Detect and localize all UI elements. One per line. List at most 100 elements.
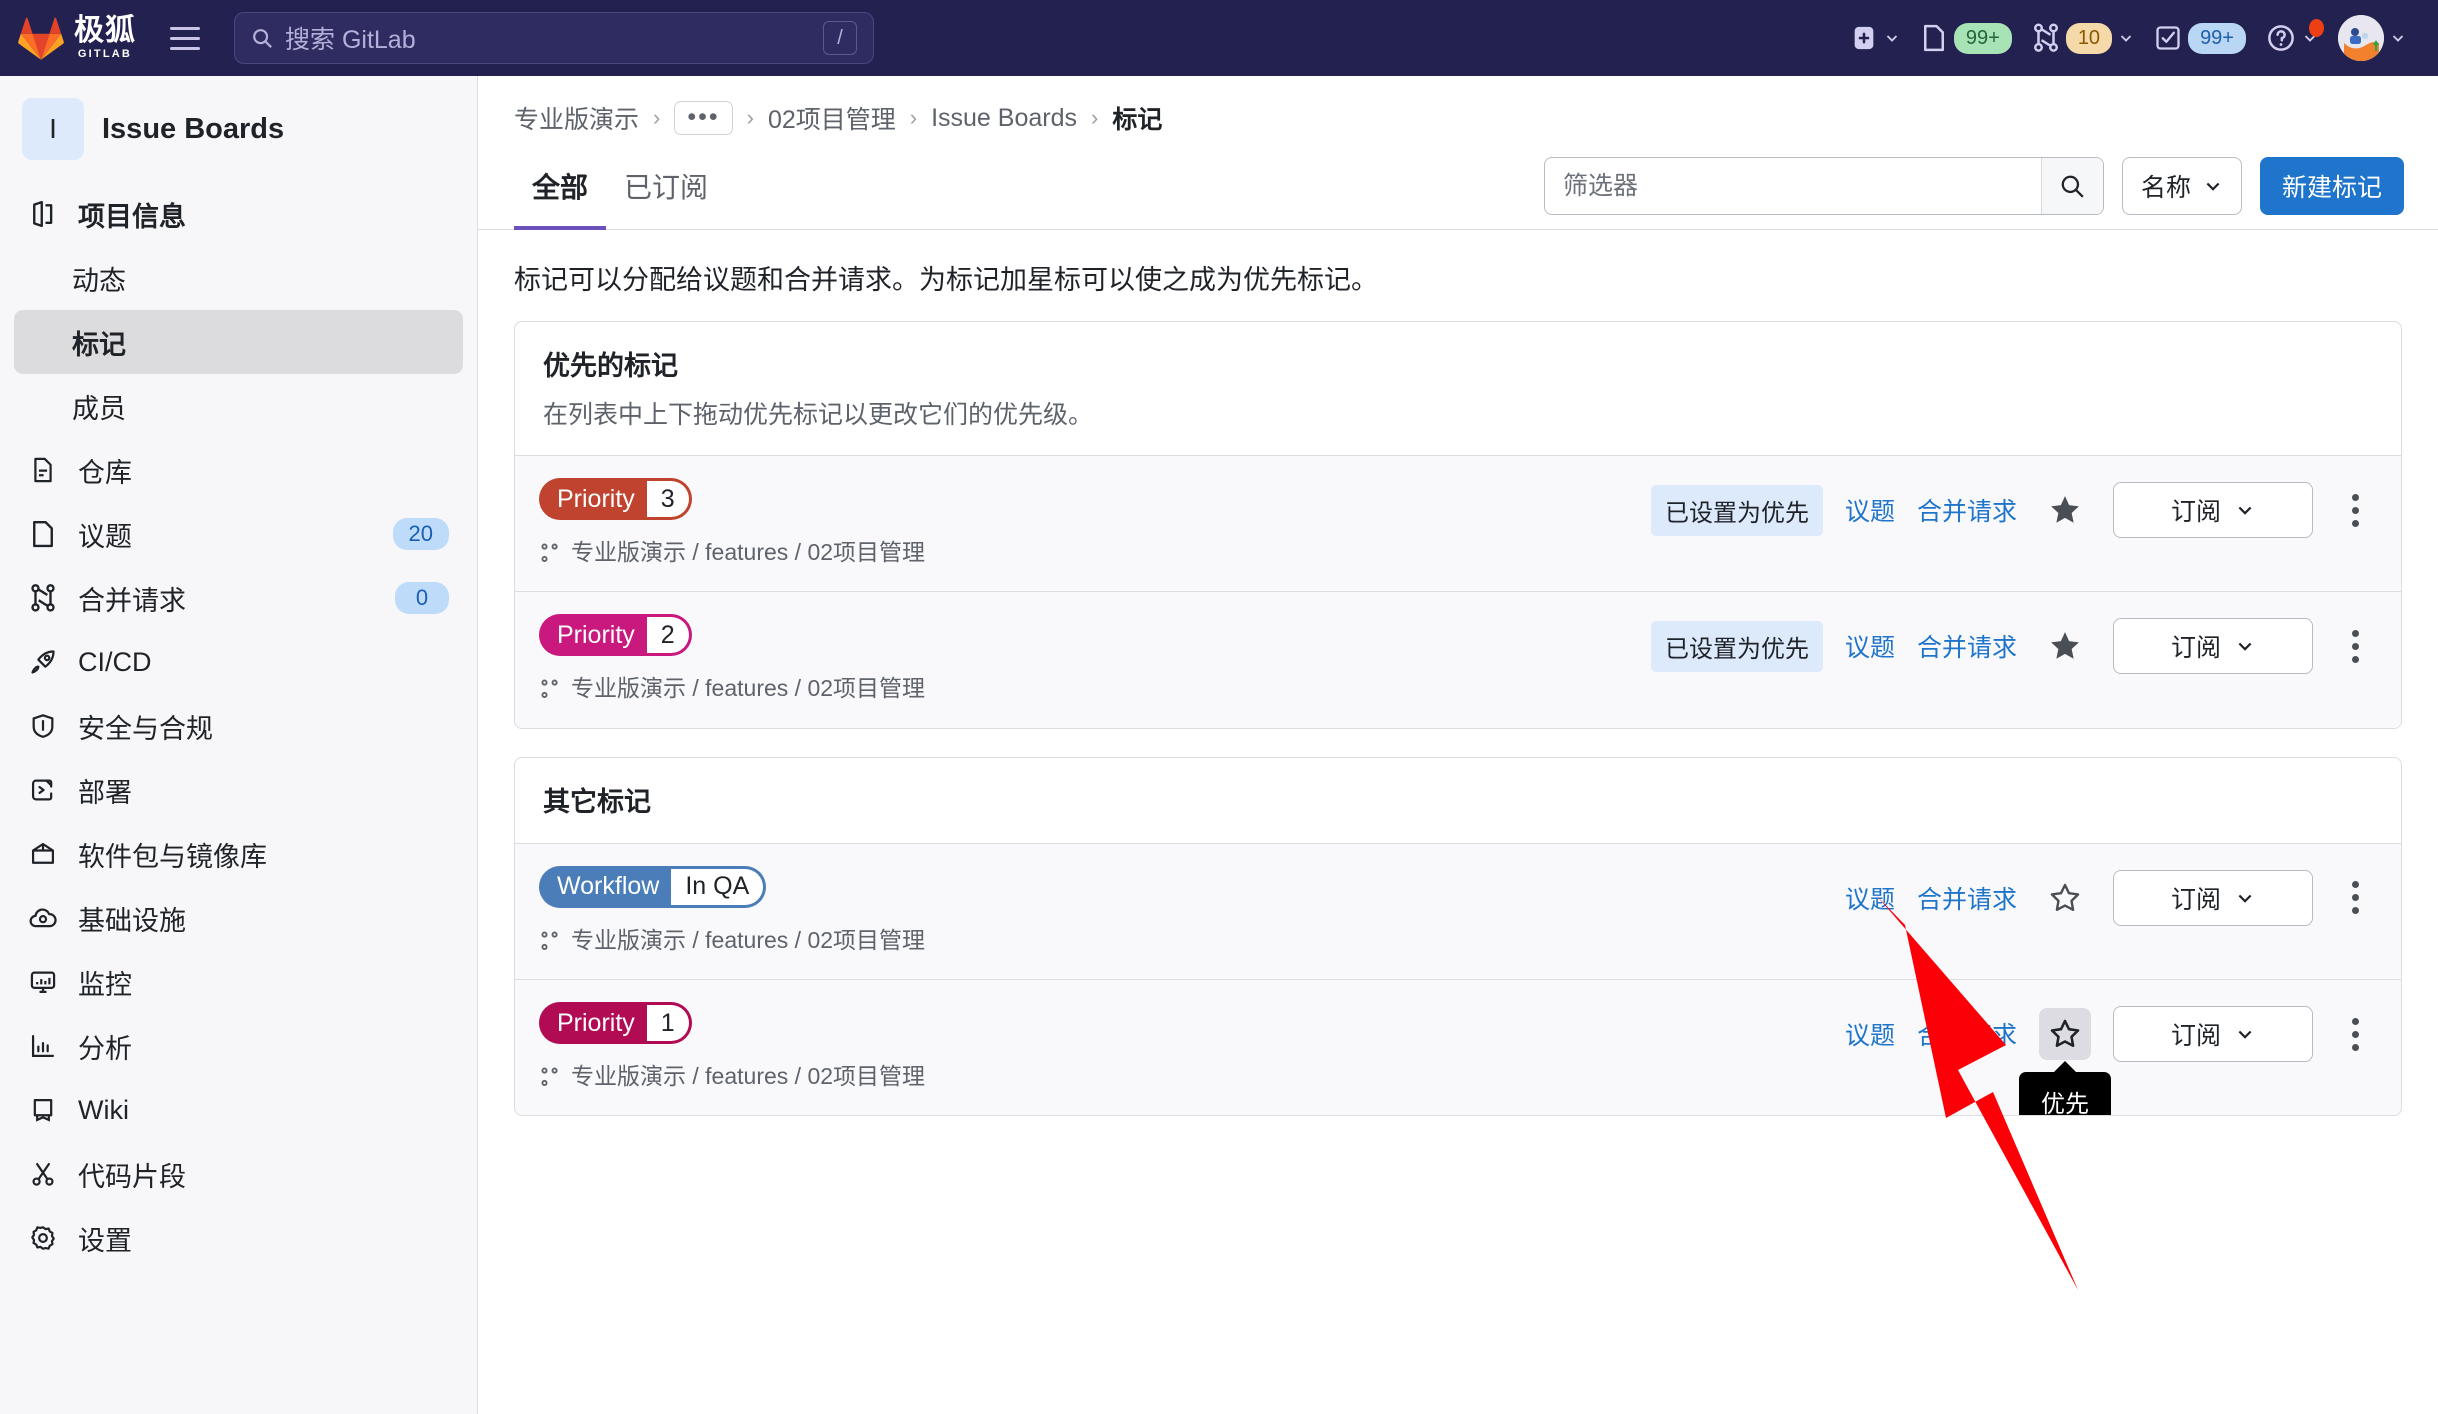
issues-link[interactable]: 议题 [1845, 492, 1895, 528]
prioritize-star-button[interactable] [2039, 484, 2091, 536]
tab-subscribed[interactable]: 已订阅 [606, 156, 726, 230]
table-row[interactable]: Priority 1 专业版演示 / features / 02项目管理 议题 [515, 979, 2401, 1116]
other-labels-card: 其它标记 Workflow In QA 专业版演示 / features / 0… [514, 756, 2402, 1117]
filter-box[interactable] [1543, 157, 2104, 215]
label-more-actions-button[interactable] [2335, 624, 2375, 669]
breadcrumb-item-2[interactable]: 02项目管理 [768, 100, 896, 136]
help-menu[interactable] [2258, 17, 2326, 59]
chevron-down-icon [2238, 643, 2252, 652]
global-search-box[interactable]: 搜索 GitLab / [234, 12, 874, 64]
label-badge[interactable]: Priority 3 [539, 478, 692, 520]
subscribe-dropdown[interactable]: 订阅 [2113, 1006, 2313, 1063]
gitlab-brand-logo[interactable]: 极狐 GITLAB [18, 16, 136, 60]
monitor-icon [28, 967, 58, 997]
status-badge: 已设置为优先 [1650, 620, 1823, 672]
label-actions: 已设置为优先 议题 合并请求 订阅 [1650, 478, 2375, 538]
sidebar-item-labels[interactable]: 标记 [14, 310, 463, 374]
label-more-actions-button[interactable] [2335, 1012, 2375, 1057]
sidebar-item-label: 仓库 [78, 457, 132, 488]
table-row[interactable]: Priority 2 专业版演示 / features / 02项目管理 已设置… [515, 591, 2401, 728]
prioritize-star-button[interactable] [2039, 872, 2091, 924]
issues-menu[interactable]: 99+ [1912, 17, 2020, 60]
issues-icon [1923, 24, 1944, 52]
merge-requests-menu[interactable]: 10 [2024, 17, 2142, 60]
merge-requests-link[interactable]: 合并请求 [1917, 880, 2017, 916]
table-row[interactable]: Priority 3 专业版演示 / features / 02项目管理 已设置… [515, 455, 2401, 592]
sidebar-item-label: 项目信息 [78, 201, 186, 232]
sidebar-item-packages[interactable]: 软件包与镜像库 [14, 822, 463, 886]
prioritized-labels-card: 优先的标记 在列表中上下拖动优先标记以更改它们的优先级。 Priority 3 [514, 321, 2402, 729]
label-more-actions-button[interactable] [2335, 488, 2375, 533]
label-badge[interactable]: Priority 1 [539, 1002, 692, 1045]
issues-link[interactable]: 议题 [1845, 628, 1895, 664]
sidebar-item-label: 成员 [72, 393, 126, 424]
chevron-down-icon [2206, 182, 2220, 191]
sidebar-item-settings[interactable]: 设置 [14, 1206, 463, 1270]
breadcrumb-ellipsis-button[interactable]: ••• [674, 101, 733, 135]
prioritize-star-button[interactable]: 优先 [2019, 1008, 2111, 1116]
top-right-actions: 99+ 10 99+ [1842, 9, 2414, 67]
hamburger-icon[interactable] [164, 17, 206, 59]
search-shortcut-key: / [823, 21, 857, 55]
breadcrumb-item-3[interactable]: Issue Boards [931, 104, 1077, 133]
merge-requests-link[interactable]: 合并请求 [1917, 492, 2017, 528]
sidebar-item-project-info[interactable]: 项目信息 [14, 182, 463, 246]
issues-link[interactable]: 议题 [1845, 880, 1895, 916]
sidebar-item-label: 动态 [72, 265, 126, 296]
label-badge[interactable]: Priority 2 [539, 614, 692, 657]
filter-input[interactable] [1544, 158, 2041, 214]
table-row[interactable]: Workflow In QA 专业版演示 / features / 02项目管理… [515, 842, 2401, 980]
label-info: Priority 3 专业版演示 / features / 02项目管理 [539, 478, 925, 569]
sidebar-item-analytics[interactable]: 分析 [14, 1014, 463, 1078]
sidebar-item-monitor[interactable]: 监控 [14, 950, 463, 1014]
breadcrumb: 专业版演示 › ••• › 02项目管理 › Issue Boards › 标记 [478, 76, 2438, 156]
issues-count-badge: 99+ [1953, 22, 2012, 54]
sidebar-item-activity[interactable]: 动态 [14, 246, 463, 310]
issues-link[interactable]: 议题 [1845, 1016, 1895, 1052]
plus-square-icon [1854, 26, 1874, 50]
label-info: Workflow In QA 专业版演示 / features / 02项目管理 [539, 865, 925, 957]
user-menu[interactable] [2330, 9, 2414, 67]
subscribe-dropdown[interactable]: 订阅 [2113, 618, 2313, 675]
label-scope-path: 专业版演示 / features / 02项目管理 [539, 536, 925, 569]
prioritize-star-button[interactable] [2039, 620, 2091, 672]
label-badge[interactable]: Workflow In QA [539, 865, 767, 908]
subscribe-dropdown-label: 订阅 [2170, 498, 2221, 526]
create-new-menu[interactable] [1842, 18, 1908, 58]
filter-search-button[interactable] [2040, 158, 2103, 214]
label-more-actions-button[interactable] [2335, 875, 2375, 920]
status-badge: 已设置为优先 [1650, 484, 1823, 536]
breadcrumb-item-0[interactable]: 专业版演示 [514, 100, 639, 136]
star-outline-icon [2050, 883, 2080, 911]
sidebar-project-header[interactable]: I Issue Boards [14, 92, 463, 182]
sidebar-item-security[interactable]: 安全与合规 [14, 694, 463, 758]
sidebar-item-wiki[interactable]: Wiki [14, 1078, 463, 1142]
sidebar-item-label: 部署 [78, 777, 132, 808]
tab-all[interactable]: 全部 [514, 156, 607, 230]
sidebar-item-deployments[interactable]: 部署 [14, 758, 463, 822]
sidebar-item-merge-requests[interactable]: 合并请求 0 [14, 566, 463, 630]
sidebar-item-repository[interactable]: 仓库 [14, 438, 463, 502]
sort-dropdown[interactable]: 名称 [2121, 157, 2242, 215]
breadcrumb-separator: › [909, 105, 918, 130]
labels-list-scroll-area[interactable]: 优先的标记 在列表中上下拖动优先标记以更改它们的优先级。 Priority 3 [478, 321, 2438, 1414]
main-content: 专业版演示 › ••• › 02项目管理 › Issue Boards › 标记… [478, 76, 2438, 1414]
subscribe-dropdown[interactable]: 订阅 [2113, 869, 2313, 926]
sidebar-item-issues[interactable]: 议题 20 [14, 502, 463, 566]
merge-requests-link[interactable]: 合并请求 [1917, 628, 2017, 664]
sidebar-item-infrastructure[interactable]: 基础设施 [14, 886, 463, 950]
subscribe-dropdown[interactable]: 订阅 [2113, 482, 2313, 538]
shield-icon [28, 711, 58, 741]
merge-requests-link[interactable]: 合并请求 [1917, 1016, 2017, 1052]
brand-name-sub: GITLAB [77, 48, 133, 60]
issues-icon [28, 519, 58, 549]
new-label-button[interactable]: 新建标记 [2259, 157, 2404, 215]
repository-icon [28, 455, 58, 485]
chevron-down-icon [2120, 35, 2132, 42]
label-badge-key: Priority [557, 620, 635, 649]
subscribe-dropdown-label: 订阅 [2170, 634, 2221, 663]
todos-menu[interactable]: 99+ [2146, 17, 2254, 60]
sidebar-item-cicd[interactable]: CI/CD [14, 630, 463, 694]
sidebar-item-snippets[interactable]: 代码片段 [14, 1142, 463, 1206]
sidebar-item-members[interactable]: 成员 [14, 374, 463, 438]
